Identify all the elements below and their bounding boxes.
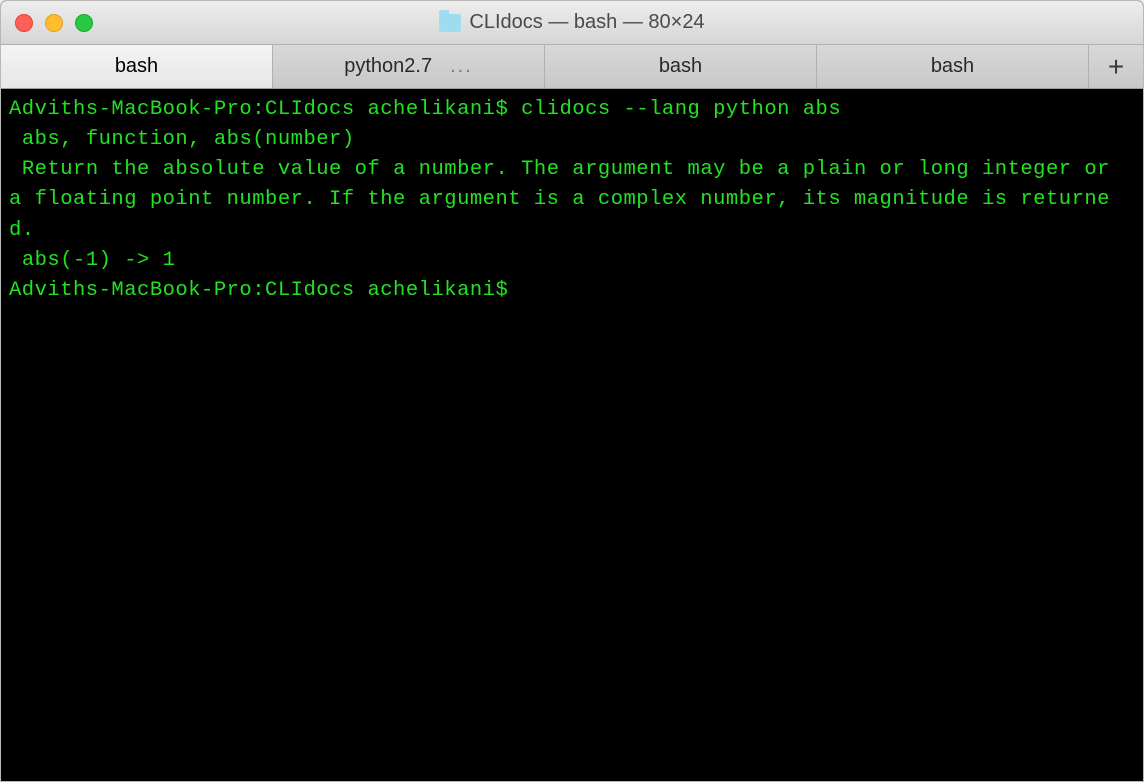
tab-bash-2[interactable]: bash: [545, 45, 817, 88]
tab-python27[interactable]: python2.7 ...: [273, 45, 545, 88]
zoom-icon[interactable]: [75, 14, 93, 32]
tab-label: bash: [931, 55, 974, 78]
titlebar[interactable]: CLIdocs — bash — 80×24: [1, 1, 1143, 45]
close-icon[interactable]: [15, 14, 33, 32]
window-title: CLIdocs — bash — 80×24: [1, 11, 1143, 34]
folder-icon: [439, 14, 461, 32]
terminal-line: Adviths-MacBook-Pro:CLIdocs achelikani$ …: [9, 95, 1135, 125]
tab-label: python2.7: [344, 55, 432, 78]
terminal-prompt: Adviths-MacBook-Pro:CLIdocs achelikani$: [9, 279, 521, 302]
terminal-line: abs(-1) -> 1: [9, 246, 1135, 276]
new-tab-button[interactable]: +: [1089, 45, 1143, 88]
tab-label: bash: [115, 55, 158, 78]
tab-overflow-icon: ...: [450, 55, 473, 78]
plus-icon: +: [1108, 51, 1124, 83]
window-title-text: CLIdocs — bash — 80×24: [469, 11, 704, 34]
terminal-window: CLIdocs — bash — 80×24 bash python2.7 ..…: [0, 0, 1144, 782]
tab-bash-0[interactable]: bash: [1, 45, 273, 88]
cursor-icon: [521, 278, 533, 302]
tab-bash-3[interactable]: bash: [817, 45, 1089, 88]
terminal-viewport[interactable]: Adviths-MacBook-Pro:CLIdocs achelikani$ …: [1, 89, 1143, 781]
traffic-lights: [15, 14, 93, 32]
terminal-line: Return the absolute value of a number. T…: [9, 155, 1135, 245]
terminal-line: abs, function, abs(number): [9, 125, 1135, 155]
tab-label: bash: [659, 55, 702, 78]
terminal-prompt-line: Adviths-MacBook-Pro:CLIdocs achelikani$: [9, 276, 1135, 306]
minimize-icon[interactable]: [45, 14, 63, 32]
tabbar: bash python2.7 ... bash bash +: [1, 45, 1143, 89]
